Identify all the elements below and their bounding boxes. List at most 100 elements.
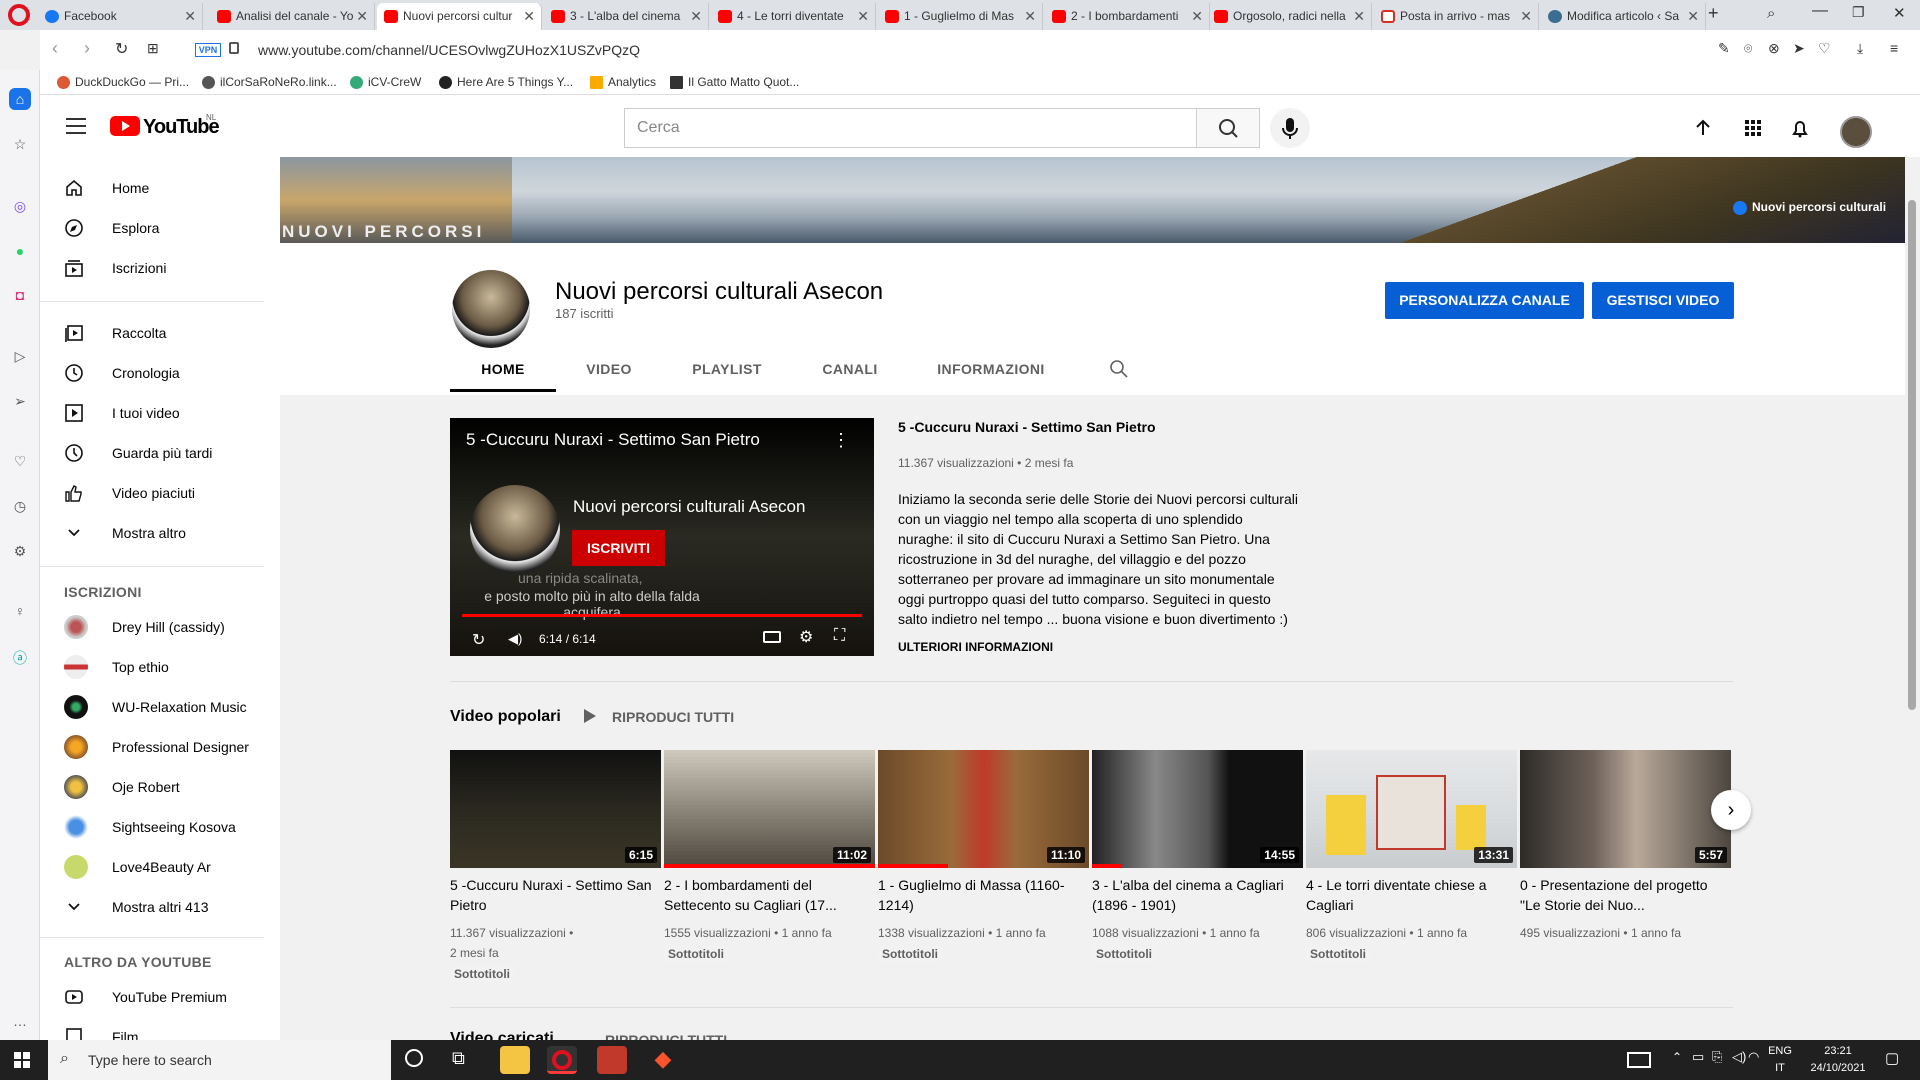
player-icon[interactable]: ▷ <box>9 345 31 367</box>
app-taskbar-icon[interactable] <box>597 1046 627 1074</box>
search-input[interactable]: Cerca <box>624 108 1197 148</box>
featured-video-title[interactable]: 5 -Cuccuru Nuraxi - Settimo San Pietro <box>898 419 1156 435</box>
tab-search-icon[interactable]: ⌕ <box>1767 5 1775 22</box>
close-tab-icon[interactable]: ✕ <box>184 3 196 30</box>
minimize-icon[interactable]: — <box>1812 2 1828 20</box>
keyboard-icon[interactable] <box>1627 1052 1651 1068</box>
speed-dial-icon[interactable]: ☆ <box>9 133 31 155</box>
sidebar-sub-item[interactable]: Sightseeing Kosova <box>40 807 280 847</box>
sidebar-item-subscriptions[interactable]: Iscrizioni <box>40 248 280 288</box>
close-tab-icon[interactable]: ✕ <box>690 3 702 30</box>
volume-icon[interactable]: ◀) <box>508 631 522 647</box>
subtitles-icon[interactable] <box>763 631 781 643</box>
bookmark[interactable]: Analytics <box>588 70 656 95</box>
sidebar-sub-item[interactable]: Love4Beauty Ar <box>40 847 280 887</box>
send-icon[interactable]: ➤ <box>1793 40 1805 57</box>
bulb-icon[interactable]: ♀ <box>9 600 31 622</box>
brave-icon[interactable]: ◆ <box>648 1046 678 1074</box>
browser-tab[interactable]: 1 - Guglielmo di Mas ✕ <box>878 3 1043 30</box>
play-all-button[interactable]: RIPRODUCI TUTTI <box>612 709 734 725</box>
sidebar-item-your-videos[interactable]: I tuoi video <box>40 393 280 433</box>
edit-icon[interactable]: ✎ <box>1718 40 1730 57</box>
browser-tab[interactable]: Orgosolo, radici nella ✕ <box>1207 3 1372 30</box>
tab-playlist[interactable]: PLAYLIST <box>672 346 782 392</box>
close-tab-icon[interactable]: ✕ <box>1191 3 1203 30</box>
taskbar-search-input[interactable]: Type here to search <box>48 1040 391 1080</box>
search-button[interactable] <box>1196 108 1260 148</box>
browser-tab-active[interactable]: Nuovi percorsi cultur ✕ <box>377 3 542 30</box>
video-title[interactable]: 5 -Cuccuru Nuraxi - Settimo San Pietro <box>450 875 655 915</box>
voice-search-button[interactable] <box>1270 108 1310 148</box>
youtube-logo-icon[interactable] <box>110 116 140 136</box>
close-tab-icon[interactable]: ✕ <box>523 3 535 30</box>
close-tab-icon[interactable]: ✕ <box>1520 3 1532 30</box>
send-icon[interactable]: ➢ <box>9 390 31 412</box>
download-icon[interactable]: ⤓ <box>1857 40 1863 57</box>
sidebar-sub-item[interactable]: Top ethio <box>40 647 280 687</box>
browser-tab[interactable]: 4 - Le torri diventate ✕ <box>711 3 876 30</box>
customize-channel-button[interactable]: PERSONALIZZA CANALE <box>1385 282 1584 319</box>
channel-search-button[interactable] <box>1108 358 1130 385</box>
sidebar-sub-item[interactable]: WU-Relaxation Music <box>40 687 280 727</box>
browser-tab[interactable]: 3 - L'alba del cinema ✕ <box>544 3 709 30</box>
task-view-icon[interactable]: ⧉ <box>452 1048 465 1069</box>
browser-tab[interactable]: Posta in arrivo - mas ✕ <box>1374 3 1539 30</box>
sidebar-item-home[interactable]: Home <box>40 168 280 208</box>
bookmark[interactable]: DuckDuckGo — Pri... <box>55 70 189 95</box>
sidebar-item-show-more-subs[interactable]: Mostra altri 413 <box>40 887 280 927</box>
sidebar-item-show-more[interactable]: Mostra altro <box>40 513 280 553</box>
tray-chevron-icon[interactable]: ⌃ <box>1672 1050 1682 1064</box>
reload-icon[interactable]: ↻ <box>115 39 128 59</box>
sidebar-item-watch-later[interactable]: Guarda più tardi <box>40 433 280 473</box>
more-icon[interactable]: … <box>9 1010 31 1032</box>
cortana-icon[interactable] <box>405 1049 423 1067</box>
home-icon[interactable]: ⌂ <box>9 88 31 110</box>
url-field[interactable]: www.youtube.com/channel/UCESOvlwgZUHozX1… <box>258 37 640 63</box>
play-icon[interactable] <box>583 708 597 724</box>
player-title[interactable]: 5 -Cuccuru Nuraxi - Settimo San Pietro <box>466 430 760 450</box>
instagram-icon[interactable]: ◘ <box>9 284 31 306</box>
sidebar-sub-item[interactable]: Professional Designer <box>40 727 280 767</box>
messenger-icon[interactable]: ◎ <box>9 195 31 217</box>
network-icon[interactable]: ▭ <box>1692 1049 1704 1065</box>
video-title[interactable]: 3 - L'alba del cinema a Cagliari (1896 -… <box>1092 875 1297 915</box>
tab-video[interactable]: VIDEO <box>566 346 652 392</box>
history-icon[interactable]: ◷ <box>9 495 31 517</box>
scrollbar-thumb[interactable] <box>1908 200 1916 710</box>
browser-tab[interactable]: Analisi del canale - Yo ✕ <box>210 3 375 30</box>
close-tab-icon[interactable]: ✕ <box>356 3 368 30</box>
settings-icon[interactable]: ⚙ <box>799 627 813 647</box>
wifi-icon[interactable]: ◠ <box>1748 1049 1759 1065</box>
new-tab-icon[interactable]: + <box>1708 3 1719 24</box>
browser-tab[interactable]: 2 - I bombardamenti ✕ <box>1045 3 1210 30</box>
notification-center-icon[interactable]: ▢ <box>1885 1049 1899 1067</box>
subscribe-button[interactable]: ISCRIVITI <box>572 530 665 566</box>
sidebar-sub-item[interactable]: Oje Robert <box>40 767 280 807</box>
sidebar-item-history[interactable]: Cronologia <box>40 353 280 393</box>
adblock-icon[interactable]: ⊗ <box>1768 40 1780 57</box>
browser-tab[interactable]: Facebook ✕ <box>38 3 203 30</box>
close-tab-icon[interactable]: ✕ <box>1687 3 1699 30</box>
opera-taskbar-icon[interactable] <box>547 1046 577 1074</box>
progress-bar[interactable] <box>462 614 862 617</box>
sidebar-item-premium[interactable]: YouTube Premium <box>40 977 280 1017</box>
whatsapp-icon[interactable]: ● <box>9 240 31 262</box>
settings-icon[interactable]: ⚙ <box>9 540 31 562</box>
bookmark[interactable]: ilCorSaRoNeRo.link... <box>200 70 337 95</box>
menu-icon[interactable]: ≡ <box>1890 40 1898 56</box>
notifications-button[interactable] <box>1787 115 1813 141</box>
windows-start-icon[interactable] <box>14 1052 30 1068</box>
close-window-icon[interactable]: ✕ <box>1893 4 1906 22</box>
tabs-grid-icon[interactable]: ⊞ <box>147 40 159 57</box>
video-title[interactable]: 4 - Le torri diventate chiese a Cagliari <box>1306 875 1511 915</box>
close-tab-icon[interactable]: ✕ <box>1024 3 1036 30</box>
bookmark[interactable]: iCV-CreW <box>348 70 421 95</box>
tab-channels[interactable]: CANALI <box>800 346 900 392</box>
read-more-link[interactable]: ULTERIORI INFORMAZIONI <box>898 640 1098 654</box>
vpn-badge[interactable]: VPN <box>195 43 221 57</box>
tab-home[interactable]: HOME <box>450 346 556 392</box>
apps-button[interactable] <box>1740 115 1766 141</box>
sidebar-item-library[interactable]: Raccolta <box>40 313 280 353</box>
sidebar-sub-item[interactable]: Drey Hill (cassidy) <box>40 607 280 647</box>
language-indicator[interactable]: ENG IT <box>1765 1043 1795 1077</box>
